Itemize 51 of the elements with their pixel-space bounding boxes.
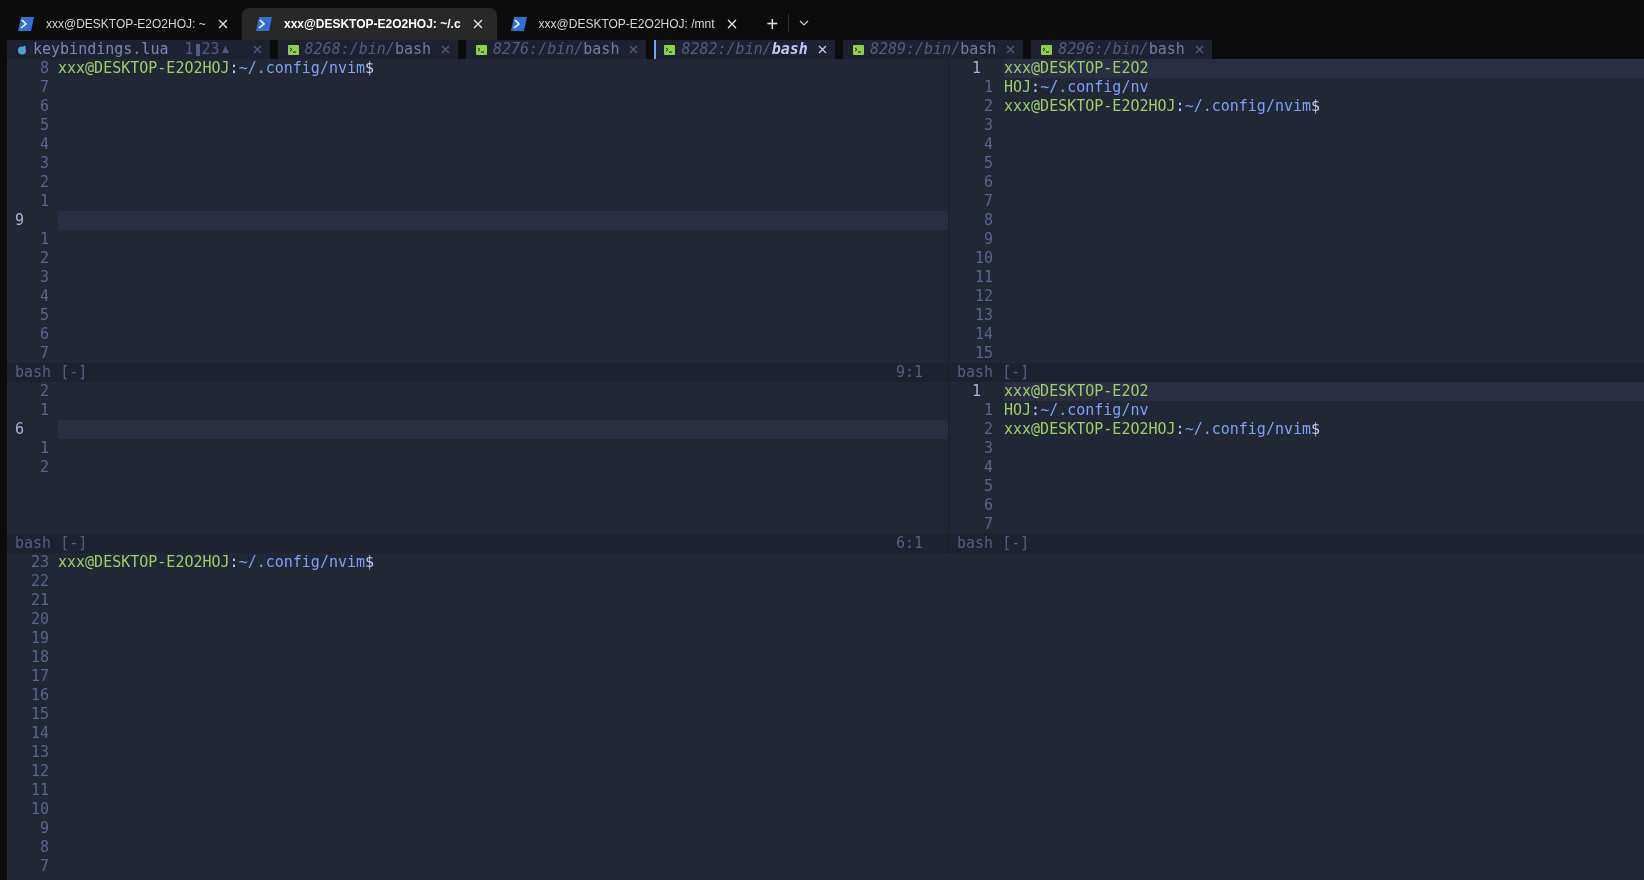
terminal-icon xyxy=(476,44,487,55)
buffer-tab[interactable]: 8276:/bin/bash xyxy=(466,40,647,59)
status-modified-label: [-] xyxy=(60,534,88,553)
terminal-icon xyxy=(510,17,527,31)
warning-icon xyxy=(221,46,229,53)
terminal-icon xyxy=(1041,44,1053,55)
status-buffer-name: bash xyxy=(957,534,994,553)
status-modified-label: [-] xyxy=(1002,534,1030,553)
buffer-tab-name: 8268:/bin/bash xyxy=(304,40,431,59)
buffer-tab-name: keybindings.lua xyxy=(33,40,169,59)
buffer-tab[interactable]: 8282:/bin/bash xyxy=(654,40,835,59)
buffer-tab[interactable]: 8296:/bin/bash xyxy=(1031,40,1212,59)
prompt-line: xxx@DESKTOP-E2O2HOJ:~/.config/nvim$ xyxy=(1004,97,1321,116)
buffer-tab-name: 8282:/bin/bash xyxy=(681,40,808,59)
prompt-line: xxx@DESKTOP-E2O2 xyxy=(1004,59,1149,78)
terminal-icon xyxy=(664,44,676,55)
status-buffer-name: bash xyxy=(15,363,52,382)
status-buffer-name: bash xyxy=(957,363,994,382)
window-tab[interactable]: xxx@DESKTOP-E2O2HOJ: ~ xyxy=(4,8,242,40)
prompt-line: xxx@DESKTOP-E2O2HOJ:~/.config/nvim$ xyxy=(58,59,375,78)
line-number: 6 xyxy=(7,420,58,439)
prompt-line: HOJ:~/.config/nv xyxy=(1004,401,1149,420)
prompt-line: xxx@DESKTOP-E2O2HOJ:~/.config/nvim$ xyxy=(58,553,375,572)
terminal-icon xyxy=(852,44,864,55)
buffer-tab-name: 8296:/bin/bash xyxy=(1058,40,1185,59)
terminal-icon xyxy=(256,17,272,31)
warning-count: 23 xyxy=(201,40,220,59)
lua-file-icon xyxy=(17,44,27,55)
window-tab[interactable]: xxx@DESKTOP-E2O2HOJ: /mnt xyxy=(496,8,751,40)
buffer-tab-name: 8276:/bin/bash xyxy=(493,40,620,59)
cursor-position: 9:1 xyxy=(895,363,923,382)
prompt-line: xxx@DESKTOP-E2O2 xyxy=(1004,382,1149,401)
status-modified-label: [-] xyxy=(60,363,88,382)
error-count: 1 xyxy=(184,40,194,59)
terminal-icon xyxy=(287,44,299,55)
buffer-tab[interactable]: keybindings.lua 1 23 xyxy=(7,40,270,59)
status-buffer-name: bash xyxy=(15,534,52,553)
status-modified-label: [-] xyxy=(1002,363,1030,382)
buffer-tab[interactable]: 8268:/bin/bash xyxy=(277,40,458,59)
window-tab[interactable]: xxx@DESKTOP-E2O2HOJ: ~/.c xyxy=(242,8,497,40)
buffer-tab-name: 8289:/bin/bash xyxy=(869,40,997,59)
prompt-line: xxx@DESKTOP-E2O2HOJ:~/.config/nvim$ xyxy=(1004,420,1321,439)
buffer-tab[interactable]: 8289:/bin/bash xyxy=(842,40,1024,59)
terminal-icon xyxy=(18,17,34,31)
line-number: 1 xyxy=(949,382,1004,401)
chevron-down-icon[interactable] xyxy=(799,20,810,26)
new-tab-button[interactable]: + xyxy=(756,8,789,40)
line-number: 9 xyxy=(7,211,58,230)
cursor-position: 6:1 xyxy=(895,534,923,553)
line-number: 1 xyxy=(949,59,1004,78)
prompt-line: HOJ:~/.config/nv xyxy=(1004,78,1149,97)
